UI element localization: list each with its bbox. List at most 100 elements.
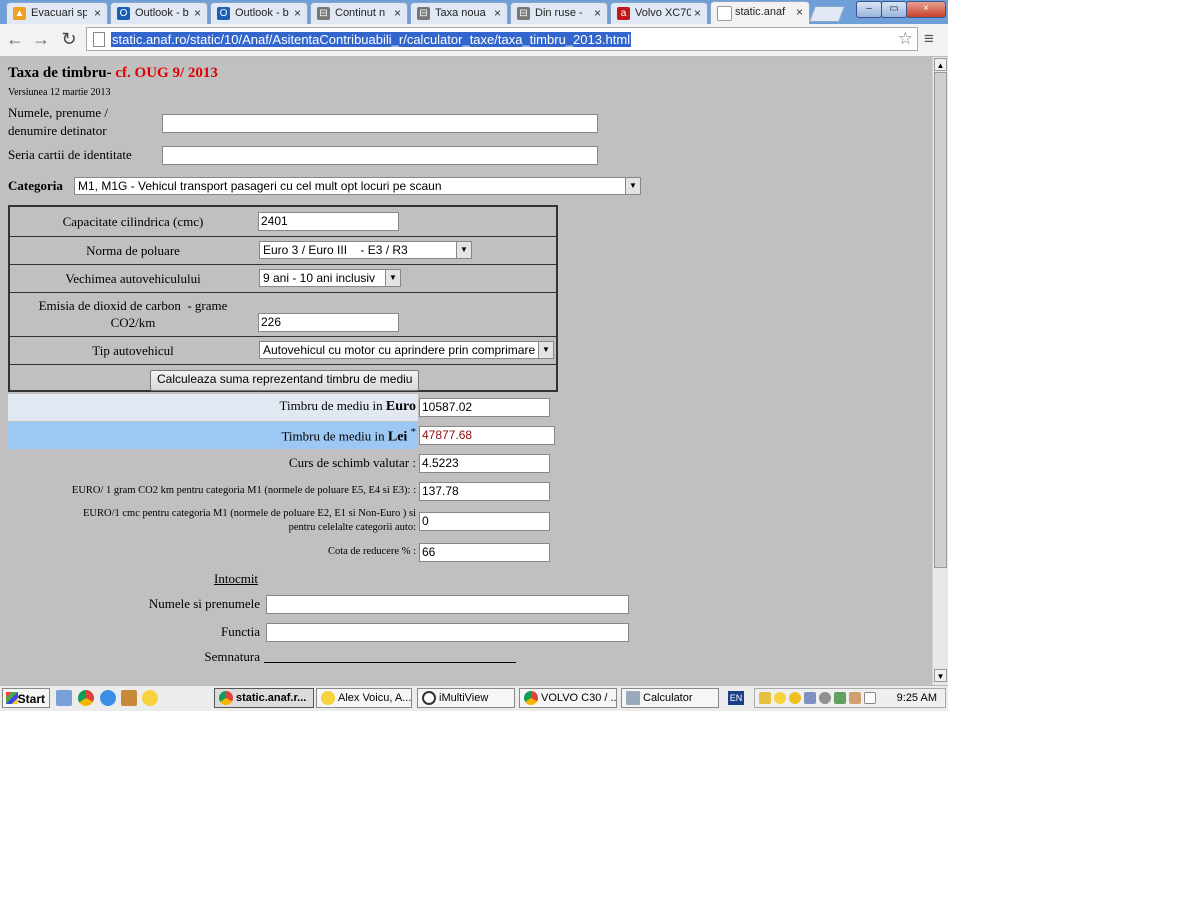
chevron-down-icon: ▼ xyxy=(385,270,400,286)
capacity-row: Capacitate cilindrica (cmc) 2401 xyxy=(10,207,556,237)
outlook-icon: O xyxy=(217,7,230,20)
signoff-function-label: Functia xyxy=(221,624,260,639)
vehicle-type-value: Autovehicul cu motor cu aprindere prin c… xyxy=(263,343,536,357)
tab-din-ruse[interactable]: ⊟ Din ruse - × xyxy=(510,2,608,24)
category-select[interactable]: M1, M1G - Vehicul transport pasageri cu … xyxy=(74,177,641,195)
messenger-smiley-icon[interactable] xyxy=(142,690,158,706)
tab-label: Outlook - b xyxy=(135,7,189,19)
update-icon[interactable] xyxy=(834,692,846,704)
co2-label-line2: CO2/km xyxy=(110,315,156,330)
id-series-input[interactable] xyxy=(162,146,598,165)
car-icon: ⊟ xyxy=(317,7,330,20)
age-select[interactable]: 9 ani - 10 ani inclusiv ▼ xyxy=(259,269,401,287)
tab-close-icon[interactable]: × xyxy=(494,6,501,20)
language-indicator[interactable]: EN xyxy=(728,691,744,705)
reduction-label: Cota de reducere % : xyxy=(327,546,416,557)
vehicle-type-label: Tip autovehicul xyxy=(92,343,174,358)
address-bar[interactable]: static.anaf.ro/static/10/Anaf/AsitentaCo… xyxy=(86,27,918,51)
tab-volvo[interactable]: a Volvo XC70 × xyxy=(610,2,708,24)
age-label: Vechimea autovehiculului xyxy=(65,271,201,286)
euro-per-gram-field[interactable]: 137.78 xyxy=(419,482,550,501)
tools-icon[interactable] xyxy=(121,690,137,706)
chrome-icon[interactable] xyxy=(78,690,94,706)
euro-per-cmc-field[interactable]: 0 xyxy=(419,512,550,531)
lei-result-field[interactable]: 47877.68 xyxy=(419,426,555,445)
autovit-icon: a xyxy=(617,7,630,20)
signoff-name-label: Numele si prenumele xyxy=(148,596,260,611)
ie-icon[interactable] xyxy=(100,690,116,706)
mail-icon[interactable] xyxy=(759,692,771,704)
volume-icon[interactable] xyxy=(849,692,861,704)
tab-strip: ▲ Evacuari sp × O Outlook - b × O Outloo… xyxy=(0,0,948,24)
start-button[interactable]: Start xyxy=(2,688,50,708)
tab-outlook-1[interactable]: O Outlook - b × xyxy=(110,2,208,24)
capacity-input[interactable]: 2401 xyxy=(258,212,399,231)
holder-label-line1: Numele, prenume / xyxy=(8,105,108,120)
euro-label-text: Timbru de mediu in xyxy=(279,398,386,413)
lei-label-text: Timbru de mediu in xyxy=(281,428,388,444)
tab-static-anaf[interactable]: static.anaf × xyxy=(710,1,810,24)
tab-outlook-2[interactable]: O Outlook - b × xyxy=(210,2,308,24)
task-chrome-anaf[interactable]: static.anaf.r... xyxy=(214,688,314,708)
smiley-icon[interactable] xyxy=(789,692,801,704)
network-icon[interactable] xyxy=(804,692,816,704)
outlook-icon: O xyxy=(117,7,130,20)
tab-close-icon[interactable]: × xyxy=(594,6,601,20)
bookmark-star-icon[interactable]: ☆ xyxy=(898,29,913,49)
tab-close-icon[interactable]: × xyxy=(394,6,401,20)
tab-close-icon[interactable]: × xyxy=(94,6,101,20)
title-main: Taxa de timbru- xyxy=(8,65,112,81)
page-icon xyxy=(93,32,105,47)
tab-close-icon[interactable]: × xyxy=(194,6,201,20)
scroll-up-icon[interactable]: ▲ xyxy=(934,58,947,71)
lei-result-label: Timbru de mediu in Lei * xyxy=(8,426,416,445)
chrome-icon xyxy=(524,691,538,705)
tab-taxa-noua[interactable]: ⊟ Taxa noua × xyxy=(410,2,508,24)
new-tab-button[interactable] xyxy=(809,6,845,22)
clipboard-icon[interactable] xyxy=(864,692,876,704)
vertical-scrollbar[interactable]: ▲ ▼ xyxy=(932,57,948,685)
back-arrow-icon[interactable]: ← xyxy=(4,28,26,50)
task-volvo[interactable]: VOLVO C30 / ... xyxy=(519,688,617,708)
pollution-norm-select[interactable]: Euro 3 / Euro III - E3 / R3 ▼ xyxy=(259,241,472,259)
holder-label-line2: denumire detinator xyxy=(8,123,107,138)
maximize-button[interactable]: ▭ xyxy=(881,1,907,18)
euro-per-gram-label: EURO/ 1 gram CO2 km pentru categoria M1 … xyxy=(71,485,416,496)
reload-icon[interactable]: ↻ xyxy=(58,28,80,50)
reduction-field[interactable]: 66 xyxy=(419,543,550,562)
scroll-thumb[interactable] xyxy=(934,72,947,568)
tab-close-icon[interactable]: × xyxy=(694,6,701,20)
forward-arrow-icon[interactable]: → xyxy=(30,28,52,50)
co2-input[interactable]: 226 xyxy=(258,313,399,332)
minimize-button[interactable]: – xyxy=(856,1,882,18)
exchange-rate-field[interactable]: 4.5223 xyxy=(419,454,550,473)
task-calculator[interactable]: Calculator xyxy=(621,688,719,708)
task-imultiview[interactable]: iMultiView xyxy=(417,688,515,708)
task-messenger[interactable]: Alex Voicu, A... xyxy=(316,688,412,708)
co2-label-line1: Emisia de dioxid de carbon - grame xyxy=(38,298,228,313)
holder-name-input[interactable] xyxy=(162,114,598,133)
car-icon: ⊟ xyxy=(417,7,430,20)
vehicle-type-row: Tip autovehicul Autovehicul cu motor cu … xyxy=(10,337,556,365)
menu-icon[interactable]: ≡ xyxy=(924,30,934,48)
signoff-name-input[interactable] xyxy=(266,595,629,614)
calculate-button[interactable]: Calculeaza suma reprezentand timbru de m… xyxy=(150,370,420,391)
vehicle-type-select[interactable]: Autovehicul cu motor cu aprindere prin c… xyxy=(259,341,554,359)
docs-icon: ▲ xyxy=(13,7,26,20)
euro-label-bold: Euro xyxy=(385,399,416,414)
scroll-down-icon[interactable]: ▼ xyxy=(934,669,947,682)
show-desktop-icon[interactable] xyxy=(56,690,72,706)
chevron-down-icon: ▼ xyxy=(538,342,553,358)
id-series-label: Seria cartii de identitate xyxy=(8,147,132,162)
tab-close-icon[interactable]: × xyxy=(796,5,803,19)
tab-close-icon[interactable]: × xyxy=(294,6,301,20)
euro-result-field[interactable]: 10587.02 xyxy=(419,398,550,417)
tab-continut[interactable]: ⊟ Continut n × xyxy=(310,2,408,24)
messenger-icon[interactable] xyxy=(774,692,786,704)
signoff-function-input[interactable] xyxy=(266,623,629,642)
tab-evacuari[interactable]: ▲ Evacuari sp × xyxy=(6,2,108,24)
url-text[interactable]: static.anaf.ro/static/10/Anaf/AsitentaCo… xyxy=(111,32,632,47)
close-window-button[interactable]: × xyxy=(906,1,946,18)
antivirus-icon[interactable] xyxy=(819,692,831,704)
tab-label: Continut n xyxy=(335,7,386,19)
